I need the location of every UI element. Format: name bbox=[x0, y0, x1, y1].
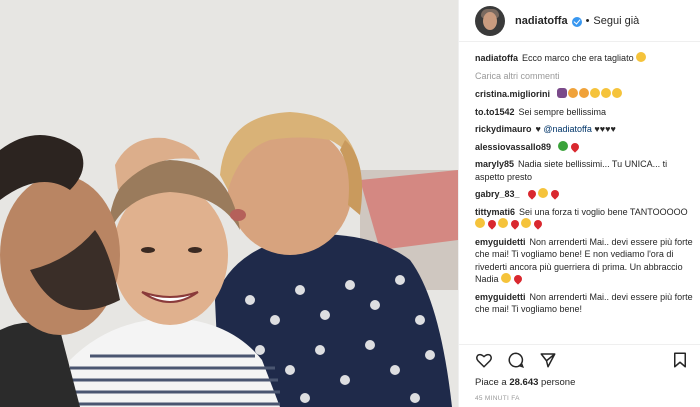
header-separator: • bbox=[585, 14, 590, 27]
photo-image bbox=[0, 0, 458, 407]
kiss-emoji-icon bbox=[498, 218, 508, 228]
likes-suffix: persone bbox=[541, 377, 576, 388]
action-icons bbox=[475, 351, 689, 371]
heart-emoji-icon bbox=[509, 218, 521, 230]
comment-username[interactable]: to.to1542 bbox=[475, 107, 515, 117]
heart-emoji-icon bbox=[549, 188, 561, 200]
bookmark-icon[interactable] bbox=[671, 351, 689, 369]
smile-emoji-icon bbox=[589, 88, 600, 98]
heart-emoji-icon bbox=[532, 218, 544, 230]
likes-number: 28.643 bbox=[509, 377, 539, 388]
likes-count[interactable]: Piace a 28.643 persone bbox=[475, 377, 575, 388]
comment-item: emyguidetti Non arrenderti Mai.. devi ess… bbox=[475, 236, 697, 286]
avatar[interactable] bbox=[475, 5, 505, 36]
comment-text: ♥ bbox=[535, 124, 541, 134]
comment-item: alessiovassallo89 bbox=[475, 140, 697, 154]
comment-username[interactable]: alessiovassallo89 bbox=[475, 142, 551, 152]
comment-username[interactable]: gabry_83_ bbox=[475, 189, 520, 199]
post-timestamp[interactable]: 45 minuti fa bbox=[475, 395, 520, 402]
comment-icon[interactable] bbox=[507, 351, 525, 369]
comment-username[interactable]: emyguidetti bbox=[475, 292, 526, 302]
smile-emoji-icon bbox=[636, 52, 647, 62]
heart-emoji-icon bbox=[526, 188, 538, 200]
header-username[interactable]: nadiatoffa bbox=[515, 15, 568, 27]
comment-item: maryly85 Nadia siete bellissimi... Tu UNI… bbox=[475, 158, 697, 183]
heart-emoji-icon bbox=[486, 218, 498, 230]
heart-icon[interactable] bbox=[475, 351, 493, 369]
comment-username[interactable]: emyguidetti bbox=[475, 237, 526, 247]
people-emoji-icon bbox=[556, 88, 567, 98]
post-side-panel: nadiatoffa • Segui già nadiatoffa Ecco ma… bbox=[458, 0, 700, 407]
lips-emoji-icon bbox=[512, 273, 524, 285]
clover-emoji-icon bbox=[557, 140, 568, 151]
comment-item: rickydimauro ♥ @nadiatoffa ♥♥♥♥ bbox=[475, 123, 697, 136]
caption-text: Ecco marco che era tagliato bbox=[522, 53, 634, 63]
kiss-emoji-icon bbox=[475, 218, 485, 228]
smile-emoji-icon bbox=[600, 88, 611, 98]
following-button[interactable]: Segui già bbox=[593, 15, 639, 27]
smile-emoji-icon bbox=[611, 88, 622, 98]
kiss-emoji-icon bbox=[501, 273, 512, 283]
post-photo[interactable] bbox=[0, 0, 458, 407]
comment-username[interactable]: maryly85 bbox=[475, 159, 514, 169]
comments-list[interactable]: nadiatoffa Ecco marco che era tagliato Ca… bbox=[475, 52, 697, 344]
mention-link[interactable]: @nadiatoffa bbox=[543, 124, 592, 134]
load-more-comments-link[interactable]: Carica altri commenti bbox=[475, 70, 697, 83]
post-actions: Piace a 28.643 persone 45 minuti fa bbox=[459, 344, 700, 407]
clap-emoji-icon bbox=[578, 88, 589, 98]
heart-emoji-icon bbox=[568, 140, 581, 153]
comment-item: cristina.migliorini bbox=[475, 88, 697, 101]
post-header: nadiatoffa • Segui già bbox=[459, 0, 700, 42]
comment-item: tittymati6 Sei una forza ti voglio bene T… bbox=[475, 206, 697, 231]
kiss-emoji-icon bbox=[521, 218, 531, 228]
comment-text: Sei una forza ti voglio bene TANTOOOOO bbox=[519, 206, 688, 217]
comment-username[interactable]: rickydimauro bbox=[475, 124, 532, 134]
comment-item: emyguidetti Non arrenderti Mai.. devi ess… bbox=[475, 291, 697, 316]
comment-username[interactable]: cristina.migliorini bbox=[475, 89, 550, 99]
comment-text: Sei sempre bellissima bbox=[518, 106, 607, 117]
comment-item: gabry_83_ bbox=[475, 188, 697, 201]
caption: nadiatoffa Ecco marco che era tagliato bbox=[475, 52, 697, 65]
kiss-emoji-icon bbox=[538, 188, 549, 198]
thumbs-up-emoji-icon bbox=[567, 88, 578, 98]
share-icon[interactable] bbox=[539, 351, 557, 369]
comment-text-after: ♥♥♥♥ bbox=[594, 124, 616, 134]
likes-prefix: Piace a bbox=[475, 377, 507, 388]
comment-item: to.to1542 Sei sempre bellissima bbox=[475, 106, 697, 119]
comment-username[interactable]: tittymati6 bbox=[475, 207, 515, 217]
verified-badge-icon bbox=[571, 16, 582, 27]
caption-username[interactable]: nadiatoffa bbox=[475, 53, 518, 63]
